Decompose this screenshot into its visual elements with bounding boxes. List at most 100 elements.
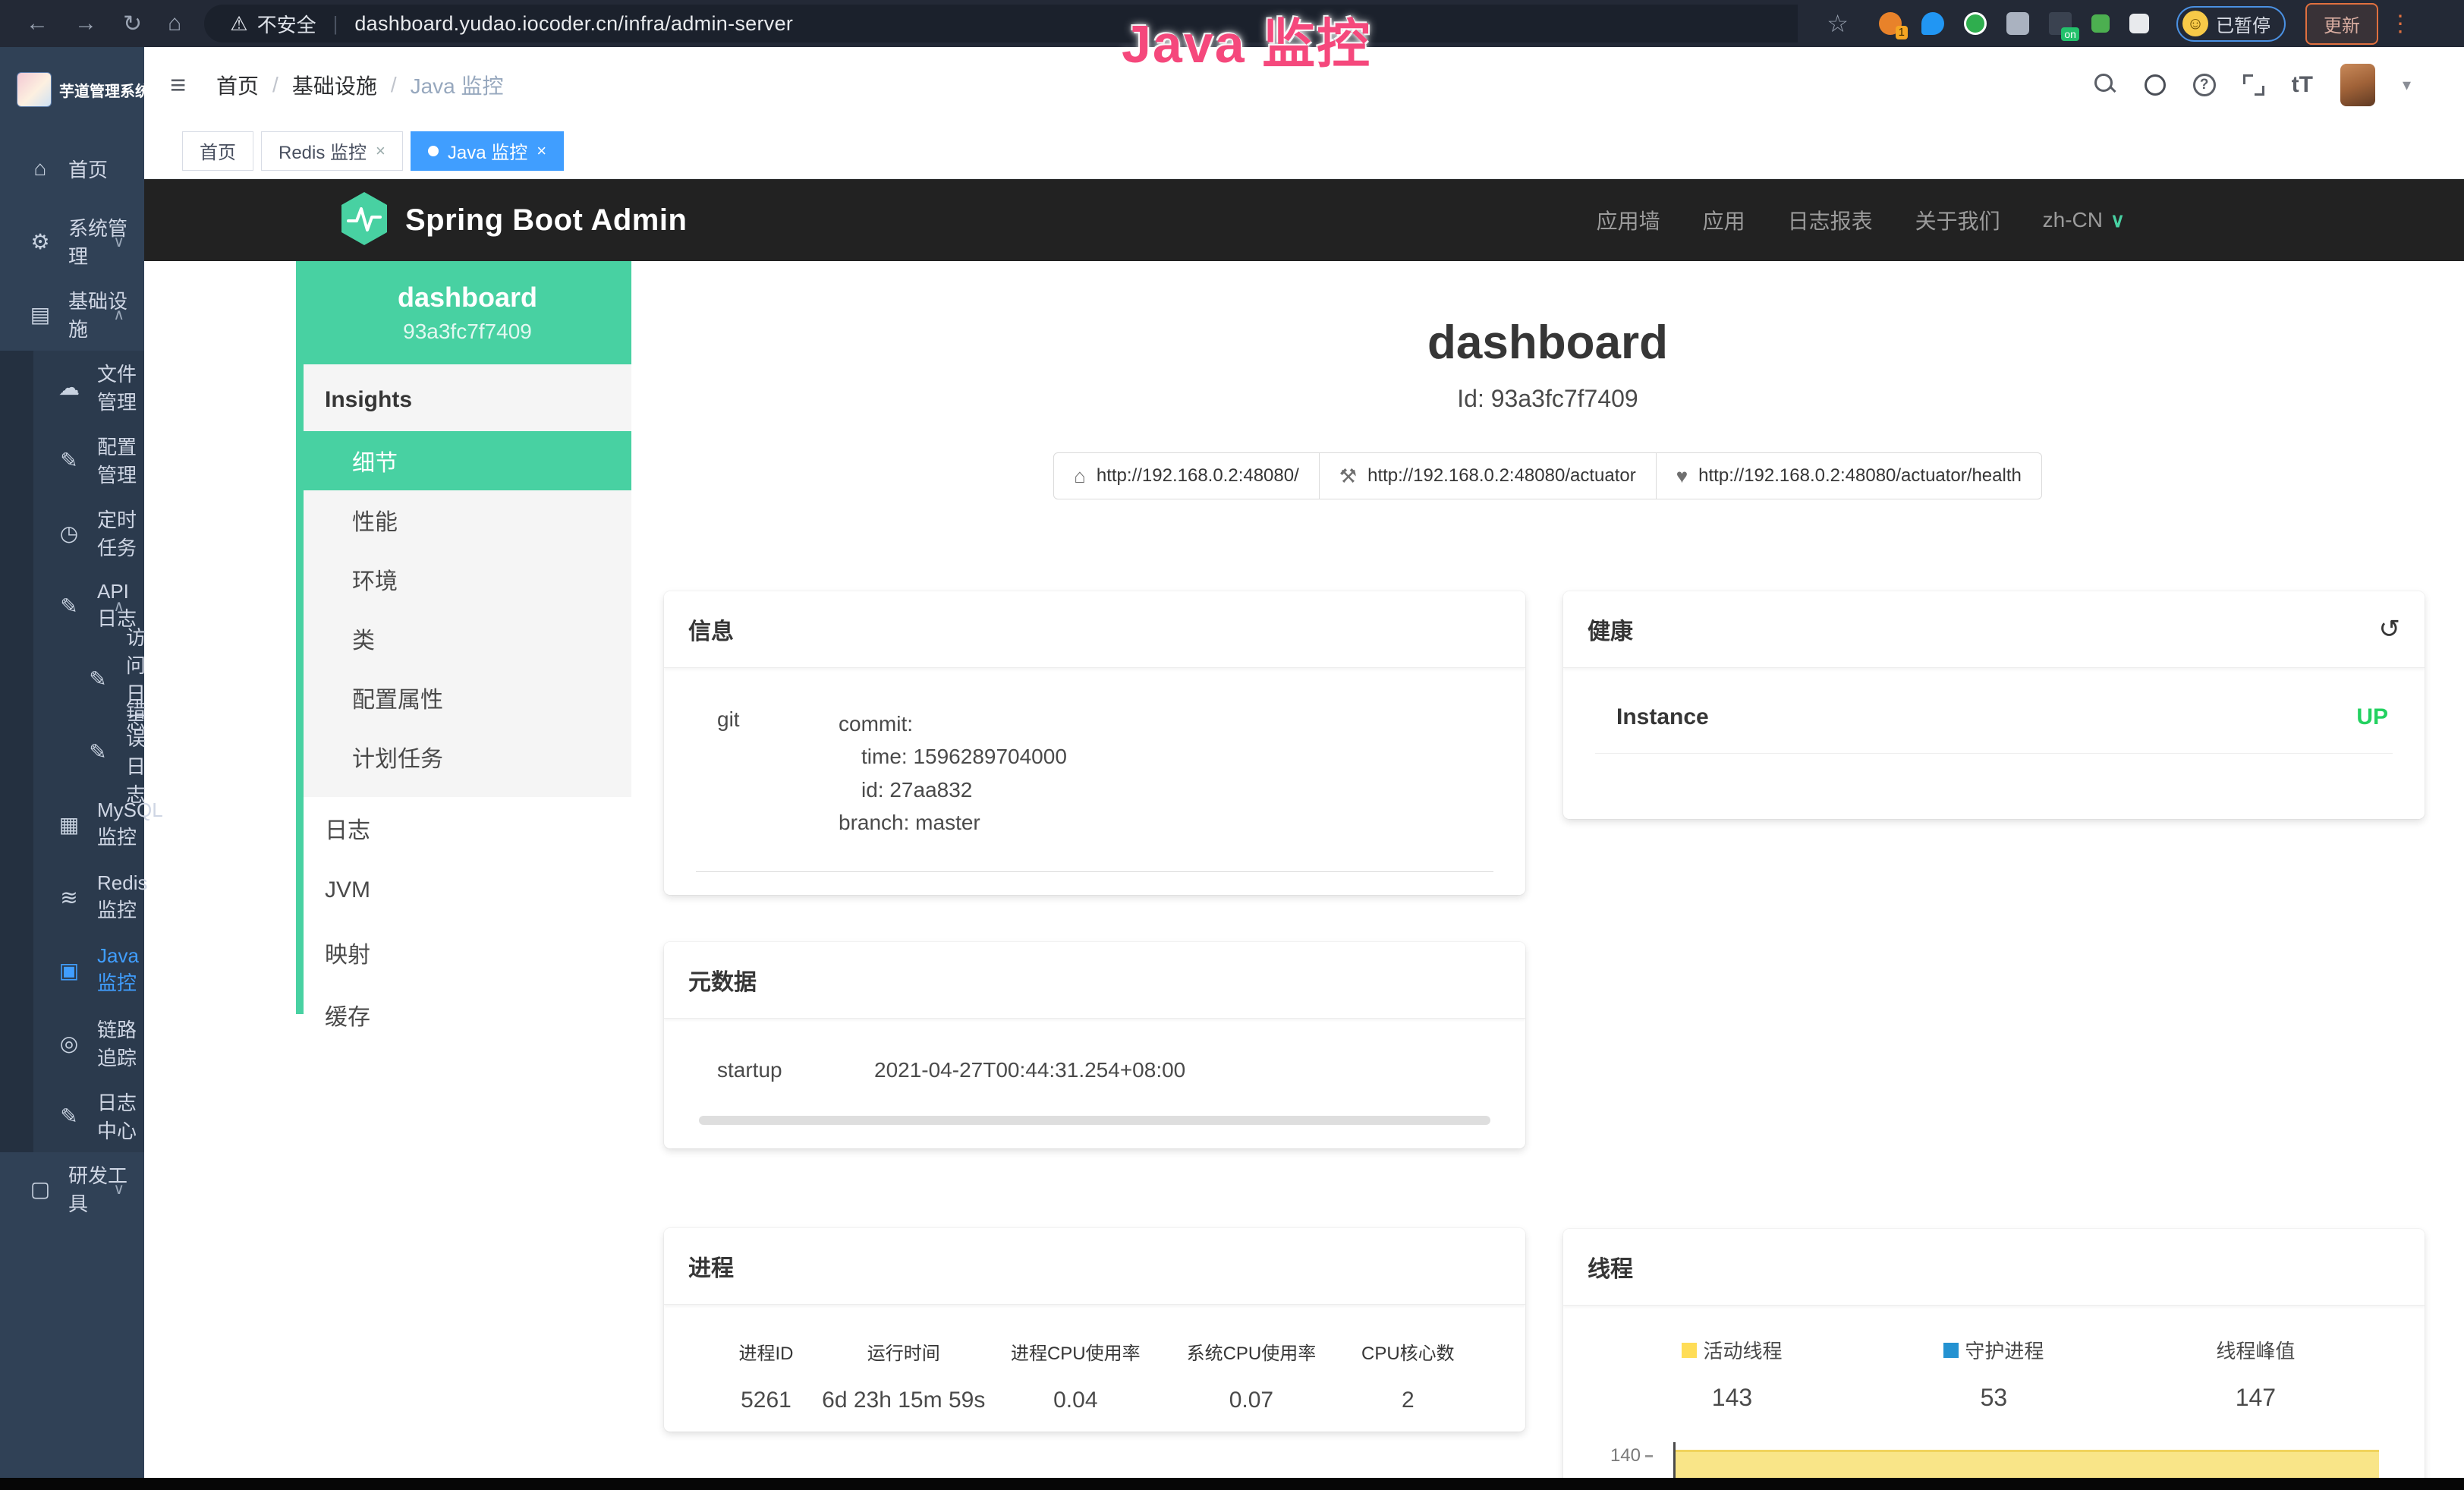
user-avatar[interactable] [2340, 64, 2375, 106]
actuator-url-label: http://192.168.0.2:48080/actuator [1367, 465, 1636, 487]
side-item-jvm[interactable]: JVM [304, 859, 631, 921]
sidebar-item-home[interactable]: ⌂ 首页 [0, 132, 144, 205]
sidebar-item-log-center[interactable]: ✎ 日志中心 [0, 1079, 144, 1152]
sidebar-item-label: 文件管理 [97, 359, 144, 415]
sidebar-item-infrastructure[interactable]: ▤ 基础设施 ∧ [0, 278, 144, 351]
language-selector[interactable]: zh-CN ∨ [2043, 208, 2125, 232]
browser-back-icon[interactable]: ← [26, 11, 49, 36]
close-icon[interactable]: × [376, 143, 385, 159]
browser-menu-icon[interactable]: ⋮ [2389, 11, 2412, 37]
chevron-down-icon: ∨ [113, 232, 124, 251]
sba-nav-applications[interactable]: 应用 [1703, 205, 1745, 235]
extension-grid-icon[interactable] [2006, 12, 2029, 35]
sidebar-item-system-management[interactable]: ⚙ 系统管理 ∨ [0, 205, 144, 278]
side-item-caches[interactable]: 缓存 [304, 984, 631, 1046]
extension-leaf-icon[interactable] [2091, 14, 2110, 33]
sidebar-collapse-icon[interactable]: ≡ [170, 69, 186, 101]
card-header: 进程 [664, 1228, 1525, 1305]
browser-home-icon[interactable]: ⌂ [168, 11, 181, 36]
app-sidebar: 芋道管理系统 ⌂ 首页 ⚙ 系统管理 ∨ ▤ 基础设施 ∧ ☁ 文件管理 ✎ 配… [0, 47, 144, 1490]
breadcrumb-infrastructure[interactable]: 基础设施 [292, 70, 377, 100]
sba-instance-sidebar: dashboard 93a3fc7f7409 Insights 细节 性能 环境… [304, 261, 631, 1046]
paused-label: 已暂停 [2216, 11, 2270, 37]
tab-redis-monitor[interactable]: Redis 监控 × [261, 131, 403, 171]
browser-forward-icon[interactable]: → [74, 11, 97, 36]
sidebar-item-tracing[interactable]: ◎ 链路追踪 [0, 1006, 144, 1079]
sidebar-item-dev-tools[interactable]: ▢ 研发工具 ∨ [0, 1152, 144, 1225]
side-item-metrics[interactable]: 性能 [304, 490, 631, 550]
health-url-button[interactable]: ♥ http://192.168.0.2:48080/actuator/heal… [1656, 452, 2042, 499]
sba-nav-about[interactable]: 关于我们 [1915, 205, 2000, 235]
col-value: 0.07 [1163, 1388, 1339, 1413]
font-size-icon[interactable]: tT [2292, 72, 2313, 98]
extension-puzzle-icon[interactable] [2129, 14, 2149, 33]
extension-tabs-icon[interactable]: on [2049, 12, 2072, 35]
github-icon[interactable] [2145, 74, 2166, 96]
extension-y-icon[interactable] [1964, 12, 1987, 35]
avatar-caret-icon[interactable]: ▾ [2403, 75, 2411, 95]
sidebar-item-file-management[interactable]: ☁ 文件管理 [0, 351, 144, 424]
instance-header[interactable]: dashboard 93a3fc7f7409 [304, 261, 631, 364]
legend-live-threads: 活动线程 143 [1601, 1336, 1863, 1412]
search-icon[interactable] [2094, 74, 2117, 96]
home-icon: ⌂ [27, 156, 53, 181]
extension-colorpicker-icon[interactable]: 1 [1879, 12, 1902, 35]
info-git-row: git commit: time: 1596289704000 id: 27aa… [696, 707, 1493, 872]
legend-value: 53 [1863, 1384, 2125, 1412]
sidebar-item-error-logs[interactable]: ✎ 错误日志 [0, 715, 144, 788]
sidebar-item-label: 定时任务 [97, 505, 144, 561]
info-card: 信息 git commit: time: 1596289704000 id: 2… [664, 591, 1525, 895]
threads-legend: 活动线程 143 守护进程 53 线程峰值 [1601, 1336, 2387, 1412]
sidebar-item-redis-monitor[interactable]: ≋ Redis 监控 [0, 861, 144, 934]
side-item-scheduled-tasks[interactable]: 计划任务 [304, 727, 631, 786]
service-url-button[interactable]: ⌂ http://192.168.0.2:48080/ [1053, 452, 1320, 499]
col-header: 进程CPU使用率 [988, 1338, 1164, 1365]
breadcrumb-java-monitor: Java 监控 [411, 70, 504, 100]
sidebar-item-access-logs[interactable]: ✎ 访问日志 [0, 642, 144, 715]
metadata-scrollbar[interactable] [699, 1116, 1490, 1125]
breadcrumb-home[interactable]: 首页 [216, 70, 259, 100]
display-icon: ▣ [56, 958, 82, 983]
browser-update-button[interactable]: 更新 [2305, 3, 2378, 45]
topbar-icons: ? tT ▾ [2094, 64, 2464, 106]
sidebar-item-api-logs[interactable]: ✎ API 日志 ∧ [0, 569, 144, 642]
profile-paused-badge[interactable]: ☺ 已暂停 [2176, 6, 2286, 42]
process-col-pid: 进程ID 5261 [713, 1338, 820, 1413]
legend-label: 线程峰值 [2216, 1336, 2295, 1364]
address-bar[interactable]: ⚠ 不安全 | dashboard.yudao.iocoder.cn/infra… [204, 5, 1798, 43]
sba-brand-title[interactable]: Spring Boot Admin [405, 203, 687, 238]
close-icon[interactable]: × [537, 143, 546, 159]
help-icon[interactable]: ? [2193, 74, 2216, 96]
tab-home[interactable]: 首页 [182, 131, 253, 171]
side-item-config-props[interactable]: 配置属性 [304, 668, 631, 727]
bookmark-star-icon[interactable]: ☆ [1827, 9, 1849, 38]
sidebar-item-scheduled-tasks[interactable]: ◷ 定时任务 [0, 496, 144, 569]
sba-nav-wallboard[interactable]: 应用墙 [1597, 205, 1660, 235]
fullscreen-icon[interactable] [2243, 74, 2264, 96]
log-icon: ✎ [85, 739, 111, 764]
tab-java-monitor[interactable]: Java 监控 × [411, 131, 564, 171]
sidebar-item-mysql-monitor[interactable]: ▦ MySQL 监控 [0, 788, 144, 861]
col-header: 进程ID [713, 1338, 820, 1365]
side-item-details[interactable]: 细节 [304, 431, 631, 490]
git-time-line: time: 1596289704000 [861, 740, 1493, 773]
legend-label: 活动线程 [1703, 1336, 1782, 1364]
sidebar-item-config-management[interactable]: ✎ 配置管理 [0, 424, 144, 496]
browser-reload-icon[interactable]: ↻ [123, 11, 142, 37]
sba-nav-journal[interactable]: 日志报表 [1788, 205, 1873, 235]
sidebar-item-label: 基础设施 [68, 286, 144, 342]
side-item-mappings[interactable]: 映射 [304, 921, 631, 984]
side-item-classes[interactable]: 类 [304, 609, 631, 668]
chevron-up-icon: ∧ [113, 597, 124, 616]
info-card-body: git commit: time: 1596289704000 id: 27aa… [664, 668, 1525, 872]
extension-pin-icon[interactable] [1921, 12, 1944, 35]
health-instance-row: Instance UP [1595, 704, 2393, 754]
side-item-logs[interactable]: 日志 [304, 797, 631, 859]
process-col-process-cpu: 进程CPU使用率 0.04 [988, 1338, 1164, 1413]
side-item-environment[interactable]: 环境 [304, 550, 631, 609]
history-icon[interactable]: ↺ [2379, 614, 2401, 644]
actuator-url-button[interactable]: ⚒ http://192.168.0.2:48080/actuator [1319, 452, 1657, 499]
app-logo-image [17, 72, 52, 107]
card-header: 线程 [1563, 1229, 2425, 1306]
sidebar-item-java-monitor[interactable]: ▣ Java 监控 [0, 934, 144, 1006]
